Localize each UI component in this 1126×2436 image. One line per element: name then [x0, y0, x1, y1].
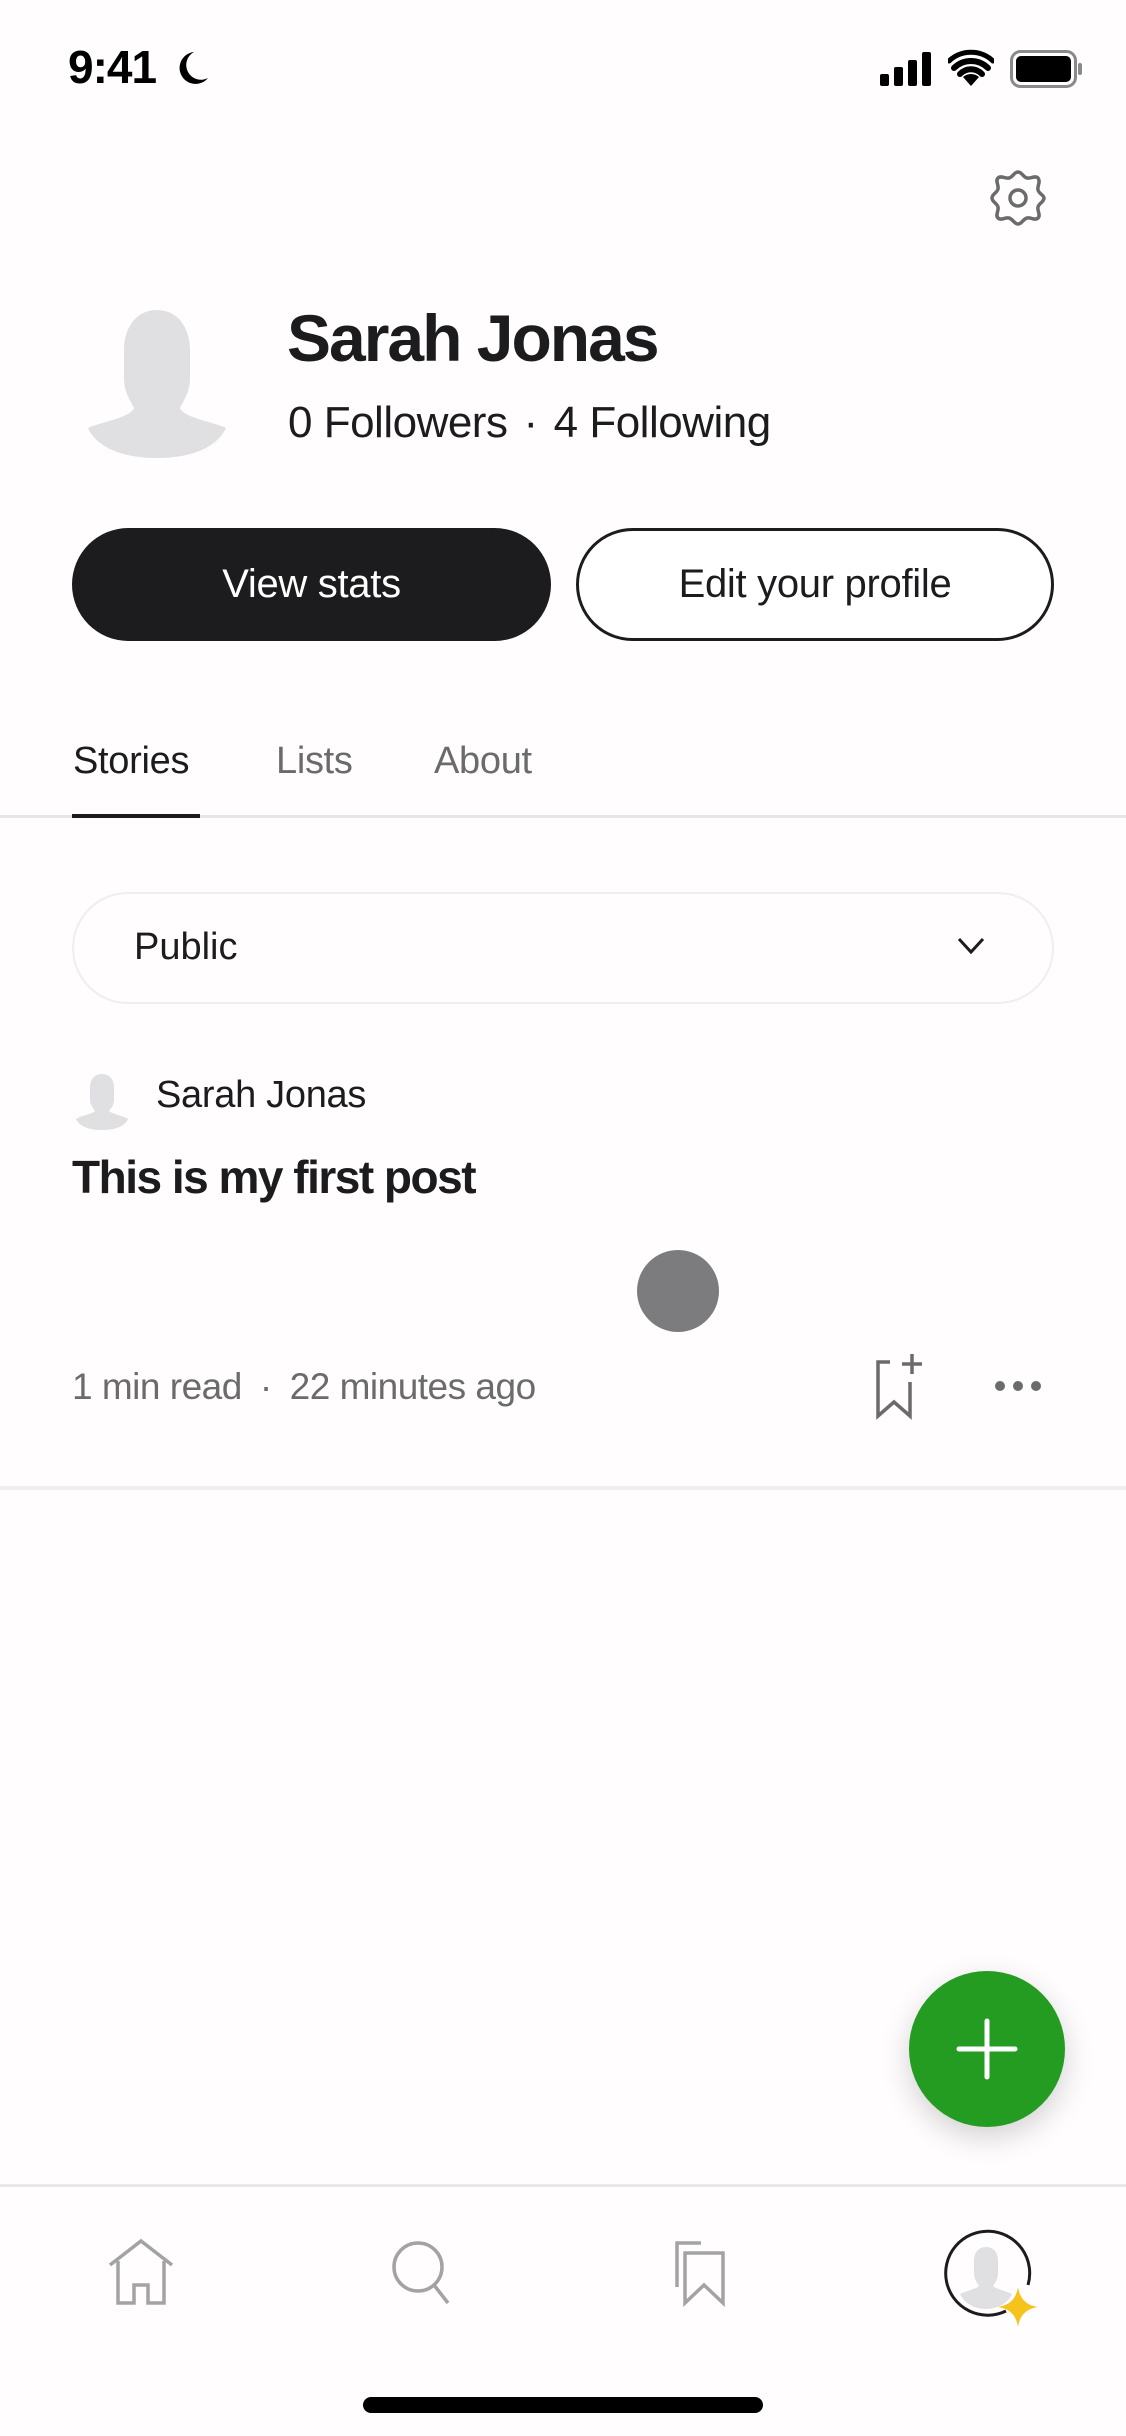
active-tab-indicator: [72, 814, 200, 818]
story-list-item[interactable]: Sarah Jonas This is my first post 1 min …: [0, 1040, 1126, 1490]
bookmark-add-icon[interactable]: [872, 1350, 932, 1422]
filter-selected-value: Public: [134, 926, 238, 968]
following-link[interactable]: 4 Following: [554, 398, 772, 447]
nav-home[interactable]: [96, 2227, 186, 2317]
more-horizontal-icon[interactable]: [988, 1366, 1048, 1406]
profile-stats: 0 Followers · 4 Following: [288, 398, 771, 448]
touch-indicator: [637, 1250, 719, 1332]
profile-name: Sarah Jonas: [287, 301, 660, 375]
status-bar: 9:41: [0, 0, 1126, 140]
posted-time: 22 minutes ago: [289, 1366, 537, 1407]
nav-library[interactable]: [655, 2227, 745, 2317]
gear-icon: [990, 170, 1046, 226]
write-story-fab[interactable]: [909, 1971, 1065, 2127]
battery-icon: [1010, 50, 1082, 88]
visibility-filter-dropdown[interactable]: Public: [72, 892, 1054, 1004]
settings-button[interactable]: [980, 160, 1056, 236]
profile-avatar[interactable]: [84, 300, 230, 460]
stats-separator: ·: [523, 398, 538, 447]
chevron-down-icon: [957, 937, 985, 955]
read-time: 1 min read: [72, 1366, 242, 1407]
home-icon: [108, 2238, 174, 2305]
tab-about[interactable]: About: [434, 740, 532, 783]
view-stats-button[interactable]: View stats: [72, 528, 551, 641]
story-meta: 1 min read · 22 minutes ago: [72, 1366, 536, 1408]
nav-search[interactable]: [378, 2227, 468, 2317]
author-avatar: [76, 1074, 128, 1130]
home-indicator: [363, 2397, 763, 2413]
profile-tabs: Stories Lists About: [0, 730, 1126, 818]
edit-profile-button[interactable]: Edit your profile: [576, 528, 1054, 641]
library-bookmarks-icon: [675, 2241, 725, 2307]
tab-stories[interactable]: Stories: [73, 740, 189, 783]
plus-icon: [956, 2018, 1018, 2080]
meta-separator: ·: [259, 1366, 272, 1407]
cellular-signal-icon: [880, 52, 931, 86]
nav-profile[interactable]: [938, 2225, 1038, 2327]
sparkle-icon: [998, 2287, 1038, 2327]
wifi-icon: [948, 49, 994, 86]
story-author[interactable]: Sarah Jonas: [156, 1074, 366, 1117]
status-time: 9:41: [68, 41, 157, 93]
search-icon: [392, 2241, 450, 2305]
moon-icon: [179, 52, 208, 84]
story-title[interactable]: This is my first post: [72, 1150, 477, 1204]
followers-link[interactable]: 0 Followers: [288, 398, 508, 447]
tab-lists[interactable]: Lists: [276, 740, 353, 783]
